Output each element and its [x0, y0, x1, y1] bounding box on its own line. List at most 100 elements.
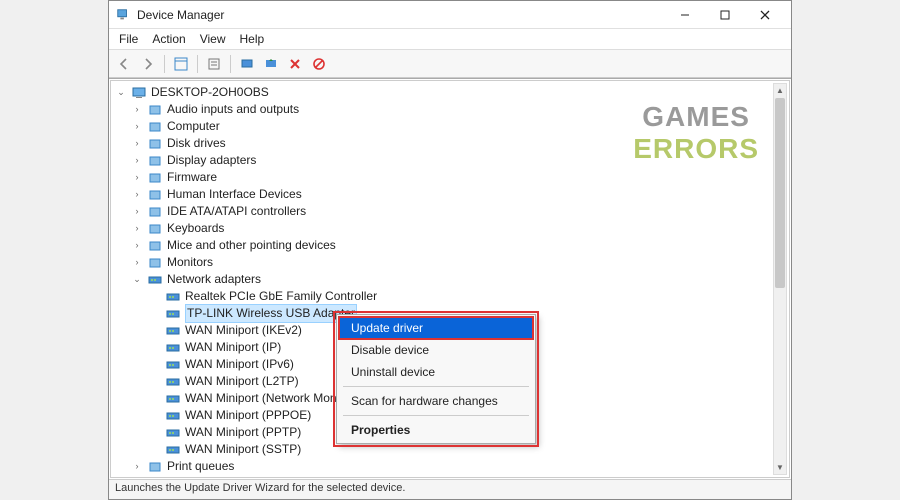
- app-icon: [115, 7, 131, 23]
- status-bar: Launches the Update Driver Wizard for th…: [109, 479, 791, 499]
- adapter-icon: [165, 444, 181, 456]
- category-icon: [147, 155, 163, 167]
- category-icon: [147, 223, 163, 235]
- tree-node-label: Firmware: [167, 169, 217, 186]
- tree-category[interactable]: ›Display adapters: [113, 152, 787, 169]
- category-icon: [147, 104, 163, 116]
- ctx-disable-device[interactable]: Disable device: [339, 339, 533, 361]
- tree-node-label: WAN Miniport (IP): [185, 339, 281, 356]
- scroll-down-arrow[interactable]: ▼: [774, 461, 786, 474]
- adapter-icon: [165, 342, 181, 354]
- expand-toggle[interactable]: ›: [131, 135, 143, 152]
- properties-button[interactable]: [203, 53, 225, 75]
- back-button[interactable]: [113, 53, 135, 75]
- tree-node-label: DESKTOP-2OH0OBS: [151, 84, 269, 101]
- tree-category[interactable]: › IDE ATA/ATAPI controllers: [113, 203, 787, 220]
- expand-toggle[interactable]: ›: [131, 254, 143, 271]
- tree-node-label: WAN Miniport (SSTP): [185, 441, 301, 458]
- scan-hardware-button[interactable]: [236, 53, 258, 75]
- tree-node-label: Monitors: [167, 254, 213, 271]
- menu-file[interactable]: File: [119, 32, 138, 46]
- tree-node-label: WAN Miniport (IPv6): [185, 356, 294, 373]
- tree-category[interactable]: › Keyboards: [113, 220, 787, 237]
- tree-category[interactable]: ›Mice and other pointing devices: [113, 237, 787, 254]
- vertical-scrollbar[interactable]: ▲ ▼: [773, 83, 787, 475]
- category-icon: [147, 138, 163, 150]
- expand-toggle[interactable]: ›: [131, 237, 143, 254]
- tree-node-label: TP-LINK Wireless USB Adapter: [185, 304, 357, 323]
- category-icon: [147, 240, 163, 252]
- expand-toggle[interactable]: ›: [131, 169, 143, 186]
- tree-node-label: Audio inputs and outputs: [167, 101, 299, 118]
- minimize-button[interactable]: [665, 1, 705, 29]
- expand-toggle[interactable]: ⌄: [131, 271, 143, 288]
- expand-toggle[interactable]: ›: [131, 475, 143, 478]
- tree-category[interactable]: › Processors: [113, 475, 787, 478]
- tree-node-label: IDE ATA/ATAPI controllers: [167, 203, 306, 220]
- adapter-icon: [165, 325, 181, 337]
- menu-action[interactable]: Action: [152, 32, 185, 46]
- category-icon: [147, 121, 163, 133]
- network-icon: [147, 274, 163, 286]
- tree-node-label: Network adapters: [167, 271, 261, 288]
- expand-toggle[interactable]: ›: [131, 118, 143, 135]
- expand-toggle[interactable]: ›: [131, 186, 143, 203]
- tree-node-label: Processors: [167, 475, 227, 478]
- adapter-icon: [165, 359, 181, 371]
- tree-category[interactable]: › Monitors: [113, 254, 787, 271]
- tree-category[interactable]: ›Computer: [113, 118, 787, 135]
- expand-toggle[interactable]: ›: [131, 203, 143, 220]
- tree-node-label: WAN Miniport (PPPOE): [185, 407, 311, 424]
- category-icon: [147, 189, 163, 201]
- ctx-separator: [343, 415, 529, 416]
- context-menu: Update driver Disable device Uninstall d…: [336, 314, 536, 444]
- close-button[interactable]: [745, 1, 785, 29]
- ctx-update-driver[interactable]: Update driver: [339, 317, 533, 339]
- disable-device-button[interactable]: [308, 53, 330, 75]
- tree-category[interactable]: ›Disk drives: [113, 135, 787, 152]
- menu-help[interactable]: Help: [240, 32, 265, 46]
- network-adapter-item[interactable]: Realtek PCIe GbE Family Controller: [113, 288, 787, 305]
- uninstall-device-button[interactable]: [284, 53, 306, 75]
- maximize-button[interactable]: [705, 1, 745, 29]
- category-icon: [147, 461, 163, 473]
- tree-node-label: WAN Miniport (PPTP): [185, 424, 301, 441]
- tree-node-label: Human Interface Devices: [167, 186, 302, 203]
- tree-node-label: WAN Miniport (IKEv2): [185, 322, 302, 339]
- category-icon: [147, 257, 163, 269]
- tree-category[interactable]: › Print queues: [113, 458, 787, 475]
- expand-toggle[interactable]: ⌄: [115, 84, 127, 101]
- tree-node-label: WAN Miniport (L2TP): [185, 373, 299, 390]
- menu-view[interactable]: View: [200, 32, 226, 46]
- ctx-scan-hardware[interactable]: Scan for hardware changes: [339, 390, 533, 412]
- update-driver-button[interactable]: [260, 53, 282, 75]
- forward-button[interactable]: [137, 53, 159, 75]
- expand-toggle[interactable]: ›: [131, 101, 143, 118]
- expand-toggle[interactable]: ›: [131, 152, 143, 169]
- menu-bar: File Action View Help: [109, 29, 791, 50]
- expand-toggle[interactable]: ›: [131, 220, 143, 237]
- status-text: Launches the Update Driver Wizard for th…: [115, 482, 405, 494]
- tree-category[interactable]: › Audio inputs and outputs: [113, 101, 787, 118]
- tree-node-label: Realtek PCIe GbE Family Controller: [185, 288, 377, 305]
- tree-node-label: WAN Miniport (Network Monitor): [185, 390, 357, 407]
- show-hide-tree-button[interactable]: [170, 53, 192, 75]
- adapter-icon: [165, 376, 181, 388]
- scroll-up-arrow[interactable]: ▲: [774, 84, 786, 97]
- toolbar-separator: [164, 55, 165, 73]
- ctx-uninstall-device[interactable]: Uninstall device: [339, 361, 533, 383]
- tree-category[interactable]: › Human Interface Devices: [113, 186, 787, 203]
- tree-node-label: Print queues: [167, 458, 234, 475]
- adapter-icon: [165, 393, 181, 405]
- window-title: Device Manager: [137, 8, 665, 22]
- tree-root[interactable]: ⌄ DESKTOP-2OH0OBS: [113, 84, 787, 101]
- tree-category-network[interactable]: ⌄ Network adapters: [113, 271, 787, 288]
- tree-node-label: Keyboards: [167, 220, 224, 237]
- ctx-separator: [343, 386, 529, 387]
- scroll-thumb[interactable]: [775, 98, 785, 288]
- title-bar: Device Manager: [109, 1, 791, 29]
- category-icon: [147, 478, 163, 479]
- tree-category[interactable]: › Firmware: [113, 169, 787, 186]
- expand-toggle[interactable]: ›: [131, 458, 143, 475]
- ctx-properties[interactable]: Properties: [339, 419, 533, 441]
